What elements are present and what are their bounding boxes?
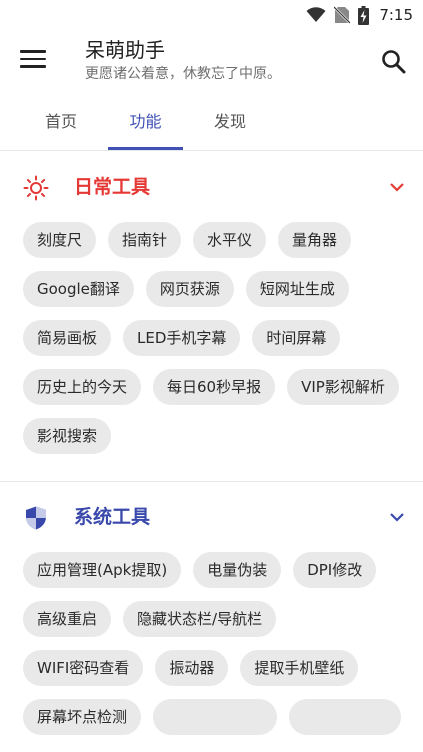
tool-chip[interactable]: 指南针 [108, 222, 182, 258]
tool-chip[interactable]: 提取手机壁纸 [240, 650, 359, 686]
tool-chip[interactable]: Google翻译 [23, 271, 134, 307]
app-bar: 呆萌助手 更愿诸公着意，休教忘了中原。 [0, 30, 423, 94]
menu-button[interactable] [20, 50, 46, 72]
tab-discover-label: 发现 [213, 112, 246, 131]
chevron-down-icon[interactable] [388, 180, 406, 194]
tool-chip[interactable]: WIFI密码查看 [23, 650, 144, 686]
wifi-icon [306, 7, 326, 22]
tool-chip[interactable]: 每日60秒早报 [153, 369, 276, 405]
tool-chip[interactable]: 短网址生成 [245, 271, 349, 307]
battery-charging-icon [358, 5, 370, 25]
chevron-down-icon[interactable] [388, 510, 406, 524]
tool-chip[interactable]: DPI修改 [293, 552, 377, 588]
tool-chip[interactable]: 时间屏幕 [252, 320, 341, 356]
tool-chip[interactable]: 网页获源 [145, 271, 234, 307]
daily-tools-chips: 刻度尺 指南针 水平仪 量角器 Google翻译 网页获源 短网址生成 简易画板… [23, 222, 408, 454]
sun-icon [23, 175, 49, 201]
title-block: 呆萌助手 更愿诸公着意，休教忘了中原。 [85, 36, 281, 84]
tool-chip[interactable] [289, 699, 402, 735]
app-subtitle: 更愿诸公着意，休教忘了中原。 [85, 66, 281, 82]
tab-home[interactable]: 首页 [19, 102, 103, 150]
app-title: 呆萌助手 [85, 38, 165, 62]
tool-chip[interactable]: 振动器 [155, 650, 229, 686]
tool-chip[interactable]: 电量伪装 [193, 552, 282, 588]
no-sim-icon [334, 6, 351, 24]
system-tools-chips: 应用管理(Apk提取) 电量伪装 DPI修改 高级重启 隐藏状态栏/导航栏 WI… [23, 552, 408, 735]
tool-chip[interactable]: 隐藏状态栏/导航栏 [123, 601, 277, 637]
tool-chip[interactable]: 屏幕坏点检测 [23, 699, 142, 735]
tool-chip[interactable]: 影视搜索 [23, 418, 112, 454]
tab-bar: 首页 功能 发现 [0, 102, 423, 150]
section-title-daily: 日常工具 [74, 176, 151, 198]
search-button[interactable] [380, 48, 408, 76]
tool-chip[interactable]: 量角器 [278, 222, 352, 258]
menu-icon [20, 50, 46, 68]
tool-chip[interactable]: 高级重启 [23, 601, 112, 637]
tool-chip[interactable]: 简易画板 [23, 320, 112, 356]
status-time: 7:15 [379, 6, 413, 24]
tool-chip[interactable]: VIP影视解析 [287, 369, 399, 405]
tool-chip[interactable]: 历史上的今天 [23, 369, 142, 405]
section-title-system: 系统工具 [74, 506, 151, 528]
shield-icon [26, 506, 46, 530]
section-header-daily[interactable]: 日常工具 [0, 162, 423, 212]
tab-features-label: 功能 [129, 112, 162, 131]
tool-chip[interactable] [153, 699, 278, 735]
tab-features[interactable]: 功能 [108, 102, 183, 150]
status-bar: 7:15 [0, 0, 423, 30]
tabs-divider [0, 150, 423, 151]
tool-chip[interactable]: 水平仪 [193, 222, 267, 258]
tab-discover[interactable]: 发现 [188, 102, 272, 150]
search-icon [382, 50, 406, 74]
tab-home-label: 首页 [44, 112, 77, 131]
section-header-system[interactable]: 系统工具 [0, 492, 423, 542]
tool-chip[interactable]: LED手机字幕 [123, 320, 241, 356]
tool-chip[interactable]: 应用管理(Apk提取) [23, 552, 182, 588]
section-divider [0, 481, 423, 482]
tool-chip[interactable]: 刻度尺 [23, 222, 97, 258]
